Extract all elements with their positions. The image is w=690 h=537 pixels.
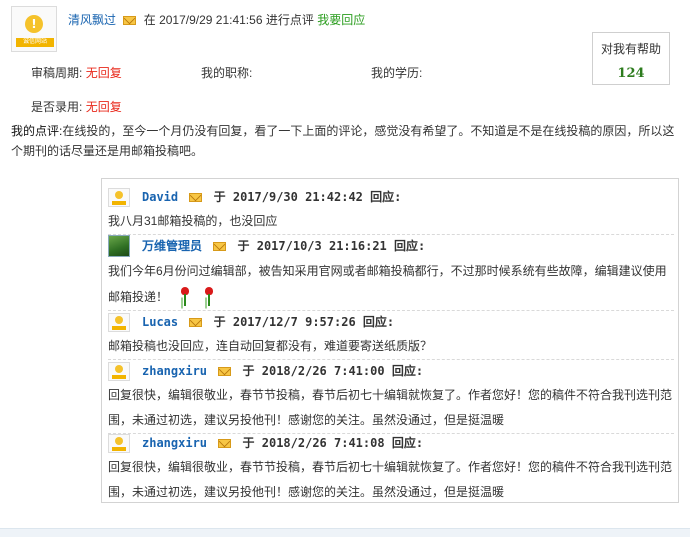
education-label: 我的学历:: [371, 66, 423, 80]
review-text: 在线投的，至今一个月仍没有回复，看了一下上面的评论，感觉没有希望了。不知道是不是…: [11, 124, 675, 158]
reply-yu: 于: [213, 315, 226, 329]
reply-yu: 于: [213, 190, 226, 204]
review-period-value: 无回复: [85, 66, 122, 80]
reply-text: 回复很快，编辑很敬业，春节节投稿，春节后初七十编辑就恢复了。作者您好！您的稿件不…: [108, 383, 674, 434]
reply-respond-label: 回应:: [391, 436, 424, 450]
review-datetime: 2017/9/29 21:41:56: [159, 13, 263, 27]
reply-yu: 于: [242, 364, 255, 378]
review-action-label: 进行点评: [265, 13, 314, 27]
reply-item: David 于 2017/9/30 21:42:42 回应: 我八月31邮箱投稿…: [108, 185, 674, 235]
helpful-count: 124: [617, 66, 645, 81]
reply-item: 万维管理员 于 2017/10/3 21:16:21 回应: 我们今年6月份问过…: [108, 234, 674, 311]
accepted-value: 无回复: [85, 100, 122, 114]
review-period: 审稿周期: 无回复: [31, 65, 122, 81]
replies-panel: David 于 2017/9/30 21:42:42 回应: 我八月31邮箱投稿…: [101, 178, 679, 503]
reply-yu: 于: [242, 436, 255, 450]
reply-header: zhangxiru 于 2018/2/26 7:41:08 回应:: [108, 431, 674, 455]
accepted-label: 是否录用:: [31, 100, 83, 114]
author-name-link[interactable]: 清风飘过: [68, 13, 116, 27]
review-header: 清风飘过 在 2017/9/29 21:41:56 进行点评 我要回应: [68, 11, 365, 29]
reply-datetime: 2017/12/7 9:57:26: [232, 315, 356, 329]
reply-link[interactable]: 我要回应: [317, 13, 365, 27]
mail-icon[interactable]: [218, 439, 232, 448]
mail-icon[interactable]: [189, 318, 203, 327]
helpful-button[interactable]: 对我有帮助 124: [592, 32, 670, 85]
title-label: 我的职称:: [201, 66, 253, 80]
review-label: 我的点评:: [11, 124, 63, 138]
reply-text: 邮箱投稿也没回应，连自动回复都没有，难道要寄送纸质版？: [108, 334, 674, 360]
user-avatar[interactable]: [108, 434, 130, 453]
exclamation-icon: !: [25, 15, 43, 33]
author-avatar[interactable]: ! 诚信网站: [11, 6, 57, 52]
reply-datetime: 2018/2/26 7:41:08: [261, 436, 385, 450]
reply-respond-label: 回应:: [394, 239, 426, 253]
reply-datetime: 2018/2/26 7:41:00: [261, 364, 385, 378]
reply-datetime: 2017/9/30 21:42:42: [232, 190, 363, 204]
user-avatar[interactable]: [108, 235, 130, 257]
review-comment: 我的点评:在线投的，至今一个月仍没有回复，看了一下上面的评论，感觉没有希望了。不…: [11, 121, 683, 161]
reply-header: 万维管理员 于 2017/10/3 21:16:21 回应:: [108, 234, 674, 258]
helpful-title: 对我有帮助: [600, 42, 661, 56]
rose-icon: [202, 287, 216, 307]
user-avatar[interactable]: [108, 188, 130, 207]
mail-icon[interactable]: [213, 242, 227, 251]
user-avatar[interactable]: [108, 313, 130, 332]
at-label: 在: [143, 13, 156, 27]
reply-header: zhangxiru 于 2018/2/26 7:41:00 回应:: [108, 359, 674, 383]
user-avatar[interactable]: [108, 362, 130, 381]
avatar-site-label: 诚信网站: [16, 38, 54, 47]
review-period-label: 审稿周期:: [31, 66, 83, 80]
reply-respond-label: 回应:: [370, 190, 402, 204]
mail-icon[interactable]: [123, 16, 137, 25]
reply-datetime: 2017/10/3 21:16:21: [256, 239, 387, 253]
reply-header: Lucas 于 2017/12/7 9:57:26 回应:: [108, 310, 674, 334]
reply-header: David 于 2017/9/30 21:42:42 回应:: [108, 185, 674, 209]
reply-text: 我八月31邮箱投稿的，也没回应: [108, 209, 674, 235]
reply-body: 我们今年6月份问过编辑部，被告知采用官网或者邮箱投稿都行，不过那时候系统有些故障…: [108, 258, 674, 311]
accepted-row: 是否录用: 无回复: [31, 99, 122, 115]
reply-yu: 于: [237, 239, 250, 253]
reply-respond-label: 回应:: [391, 364, 424, 378]
reply-text: 回复很快，编辑很敬业，春节节投稿，春节后初七十编辑就恢复了。作者您好！您的稿件不…: [108, 460, 673, 499]
mail-icon[interactable]: [218, 367, 232, 376]
reply-item: Lucas 于 2017/12/7 9:57:26 回应: 邮箱投稿也没回应，连…: [108, 310, 674, 360]
bottom-divider: [0, 528, 690, 537]
mail-icon[interactable]: [189, 193, 203, 202]
reply-item: zhangxiru 于 2018/2/26 7:41:08 回应: 回复很快，编…: [108, 431, 674, 505]
reply-respond-label: 回应:: [362, 315, 395, 329]
reply-item: zhangxiru 于 2018/2/26 7:41:00 回应: 回复很快，编…: [108, 359, 674, 434]
rose-icon: [178, 287, 192, 307]
